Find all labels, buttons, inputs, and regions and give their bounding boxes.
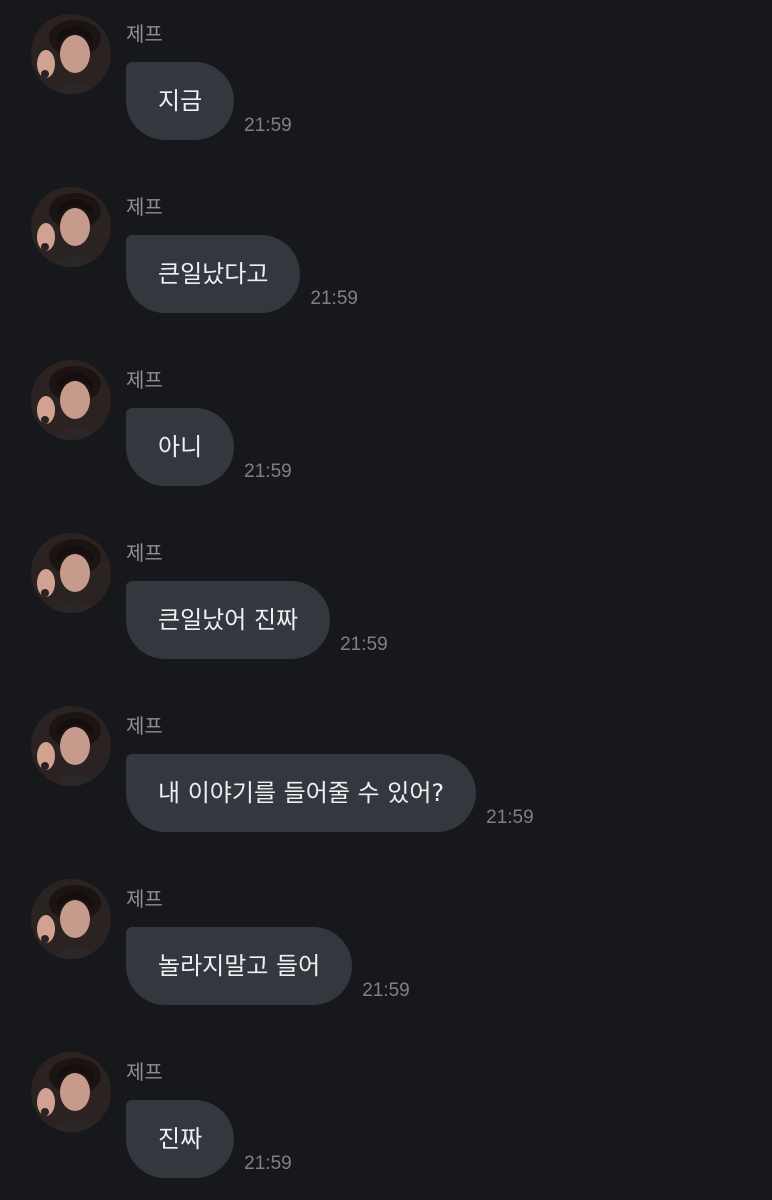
sender-name: 제프 [126,195,163,219]
sender-name: 제프 [126,1060,163,1084]
bubble-row: 진짜 21:59 [126,1100,292,1178]
bubble-row: 지금 21:59 [126,62,292,140]
message-bubble[interactable]: 놀라지말고 들어 [126,927,353,1005]
avatar-photo-icon [31,360,111,440]
avatar[interactable] [31,533,111,613]
message-timestamp: 21:59 [362,980,410,1001]
sender-name: 제프 [126,22,163,46]
message-timestamp: 21:59 [310,288,358,309]
message-timestamp: 21:59 [244,115,292,136]
message-timestamp: 21:59 [486,807,534,828]
message-bubble[interactable]: 지금 [126,62,235,140]
avatar-photo-icon [31,14,111,94]
message-item: 제프 아니 21:59 [0,346,772,506]
message-timestamp: 21:59 [340,634,388,655]
bubble-row: 내 이야기를 들어줄 수 있어? 21:59 [126,754,534,832]
bubble-row: 큰일났다고 21:59 [126,235,358,313]
avatar-photo-icon [31,1052,111,1132]
message-item: 제프 진짜 21:59 [0,1038,772,1198]
message-item: 제프 큰일났어 진짜 21:59 [0,519,772,679]
avatar[interactable] [31,706,111,786]
message-item: 제프 큰일났다고 21:59 [0,173,772,333]
message-timestamp: 21:59 [244,461,292,482]
message-bubble[interactable]: 큰일났다고 [126,235,301,313]
avatar-photo-icon [31,879,111,959]
message-item: 제프 지금 21:59 [0,0,772,160]
avatar[interactable] [31,14,111,94]
sender-name: 제프 [126,541,163,565]
avatar[interactable] [31,879,111,959]
avatar-photo-icon [31,706,111,786]
message-bubble[interactable]: 큰일났어 진짜 [126,581,331,659]
message-item: 제프 내 이야기를 들어줄 수 있어? 21:59 [0,692,772,852]
chat-message-list[interactable]: 제프 지금 21:59 제프 큰일났다고 21:59 제프 아니 21:59 제… [0,0,772,1200]
sender-name: 제프 [126,887,163,911]
sender-name: 제프 [126,714,163,738]
avatar[interactable] [31,360,111,440]
avatar-photo-icon [31,533,111,613]
message-item: 제프 놀라지말고 들어 21:59 [0,865,772,1025]
avatar[interactable] [31,1052,111,1132]
message-timestamp: 21:59 [244,1153,292,1174]
avatar-photo-icon [31,187,111,267]
bubble-row: 큰일났어 진짜 21:59 [126,581,388,659]
message-bubble[interactable]: 진짜 [126,1100,235,1178]
message-bubble[interactable]: 내 이야기를 들어줄 수 있어? [126,754,477,832]
bubble-row: 놀라지말고 들어 21:59 [126,927,410,1005]
sender-name: 제프 [126,368,163,392]
bubble-row: 아니 21:59 [126,408,292,486]
avatar[interactable] [31,187,111,267]
message-bubble[interactable]: 아니 [126,408,235,486]
